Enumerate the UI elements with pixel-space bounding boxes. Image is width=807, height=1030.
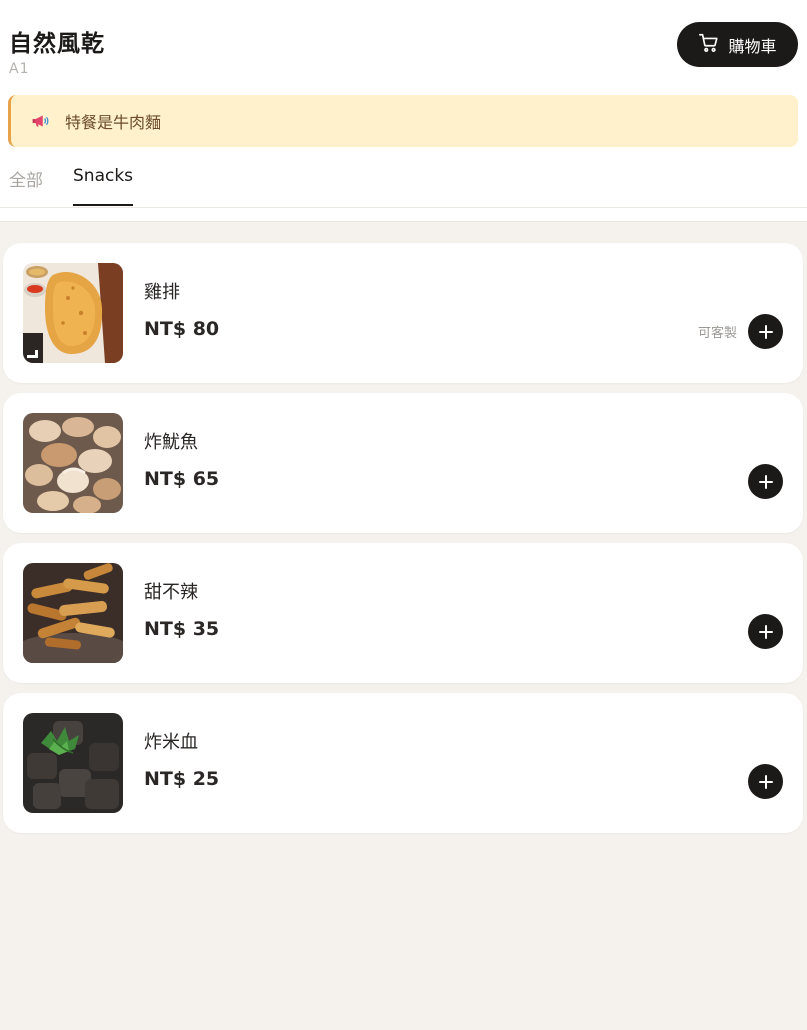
tab-snacks[interactable]: Snacks <box>73 166 134 206</box>
store-name: 自然風乾 <box>9 31 105 57</box>
item-name: 炸魷魚 <box>144 432 198 453</box>
menu-item-card[interactable]: 炸米血 NT$ 25 <box>3 693 803 833</box>
menu-item-card[interactable]: 雞排 NT$ 80 可客製 <box>3 243 803 383</box>
item-price: NT$ 80 <box>144 318 220 340</box>
item-image <box>23 263 123 363</box>
add-to-cart-button[interactable] <box>748 464 783 499</box>
item-price: NT$ 35 <box>144 618 220 640</box>
plus-icon <box>758 624 773 639</box>
item-image <box>23 563 123 663</box>
table-number: A1 <box>9 61 30 77</box>
cart-icon <box>698 32 720 58</box>
plus-icon <box>758 324 773 339</box>
item-image <box>23 413 123 513</box>
megaphone-icon <box>29 110 51 132</box>
plus-icon <box>758 774 773 789</box>
tab-divider <box>0 207 807 208</box>
announcement-text: 特餐是牛肉麵 <box>65 113 162 132</box>
cart-label: 購物車 <box>728 36 777 56</box>
page-header: 自然風乾 A1 購物車 特餐是牛肉麵 全部 Snacks <box>0 0 807 222</box>
plus-icon <box>758 474 773 489</box>
customizable-tag: 可客製 <box>697 326 737 341</box>
cart-button[interactable]: 購物車 <box>677 22 798 67</box>
item-name: 雞排 <box>144 282 180 303</box>
menu-item-card[interactable]: 甜不辣 NT$ 35 <box>3 543 803 683</box>
menu-list: 雞排 NT$ 80 可客製 炸魷魚 NT$ 65 甜不辣 NT$ 35 炸米血 … <box>3 243 803 843</box>
category-tabs: 全部 Snacks <box>9 166 134 206</box>
item-name: 炸米血 <box>144 732 198 753</box>
add-to-cart-button[interactable] <box>748 764 783 799</box>
item-name: 甜不辣 <box>144 582 198 603</box>
add-to-cart-button[interactable] <box>748 614 783 649</box>
tab-all[interactable]: 全部 <box>9 166 43 206</box>
add-to-cart-button[interactable] <box>748 314 783 349</box>
menu-item-card[interactable]: 炸魷魚 NT$ 65 <box>3 393 803 533</box>
announcement-banner: 特餐是牛肉麵 <box>8 95 798 147</box>
item-image <box>23 713 123 813</box>
item-price: NT$ 25 <box>144 768 220 790</box>
item-price: NT$ 65 <box>144 468 220 490</box>
